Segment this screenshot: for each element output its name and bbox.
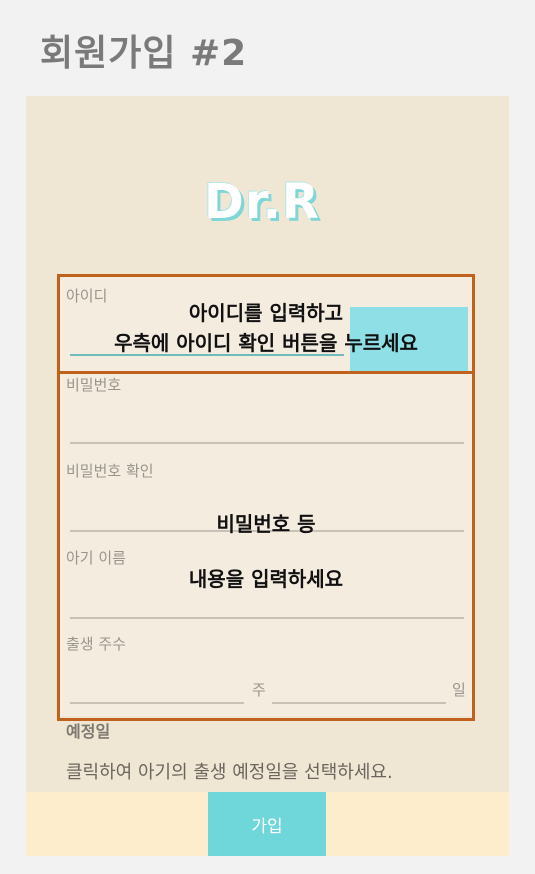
app-logo: Dr.R [204,174,320,230]
id-callout-line1: 아이디를 입력하고 [188,301,344,325]
fields-callout-box: 비밀번호 등 내용을 입력하세요 [57,371,475,721]
slide-title: 회원가입 #2 [40,33,248,74]
due-date-label: 예정일 [66,722,111,741]
due-date-picker[interactable]: 클릭하여 아기의 출생 예정일을 선택하세요. [66,758,393,784]
fields-callout-line1: 비밀번호 등 [216,512,316,536]
id-callout-line2: 우측에 아이디 확인 버튼을 누르세요 [114,331,418,355]
fields-callout-line2: 내용을 입력하세요 [188,567,344,591]
join-button[interactable]: 가입 [208,792,326,856]
id-callout-box: 아이디를 입력하고 우측에 아이디 확인 버튼을 누르세요 [57,274,475,374]
